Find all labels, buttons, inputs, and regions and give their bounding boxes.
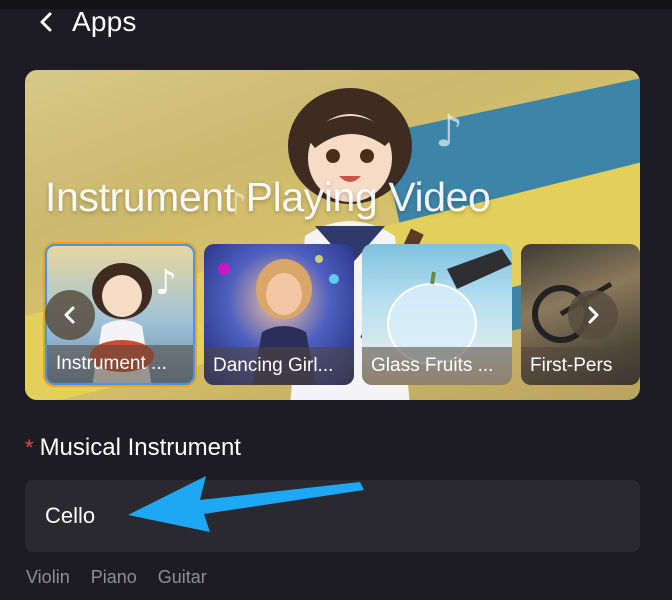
field-label: * Musical Instrument (25, 434, 241, 462)
page-title: Apps (72, 6, 137, 37)
carousel-next-button[interactable] (568, 290, 618, 340)
header: Apps (36, 4, 137, 40)
back-button[interactable] (36, 8, 56, 36)
svg-text:♪: ♪ (155, 263, 177, 303)
suggestion-violin[interactable]: Violin (26, 567, 70, 588)
chevron-left-icon (40, 12, 52, 32)
chevron-right-icon (588, 306, 599, 324)
template-card-dancing[interactable]: Dancing Girl... (204, 244, 354, 385)
required-marker: * (25, 435, 34, 460)
svg-text:♪: ♪ (435, 106, 463, 157)
card-label: First-Pers (521, 347, 640, 385)
carousel-prev-button[interactable] (45, 290, 95, 340)
card-label: Glass Fruits ... (362, 347, 512, 385)
field-label-text: Musical Instrument (39, 434, 241, 461)
card-label: Instrument ... (47, 345, 193, 383)
chevron-left-icon (64, 306, 75, 324)
annotation-arrow (128, 476, 364, 532)
suggestion-guitar[interactable]: Guitar (158, 567, 207, 588)
banner-title: Instrument Playing Video (45, 174, 491, 220)
template-card-glass-fruits[interactable]: Glass Fruits ... (362, 244, 512, 385)
suggestion-piano[interactable]: Piano (91, 567, 137, 588)
suggestion-list: Violin Piano Guitar (26, 567, 207, 588)
card-label: Dancing Girl... (204, 347, 354, 385)
app-banner: ♪ ♪ Instrument Playing Video ♪ Instrumen… (25, 70, 640, 400)
